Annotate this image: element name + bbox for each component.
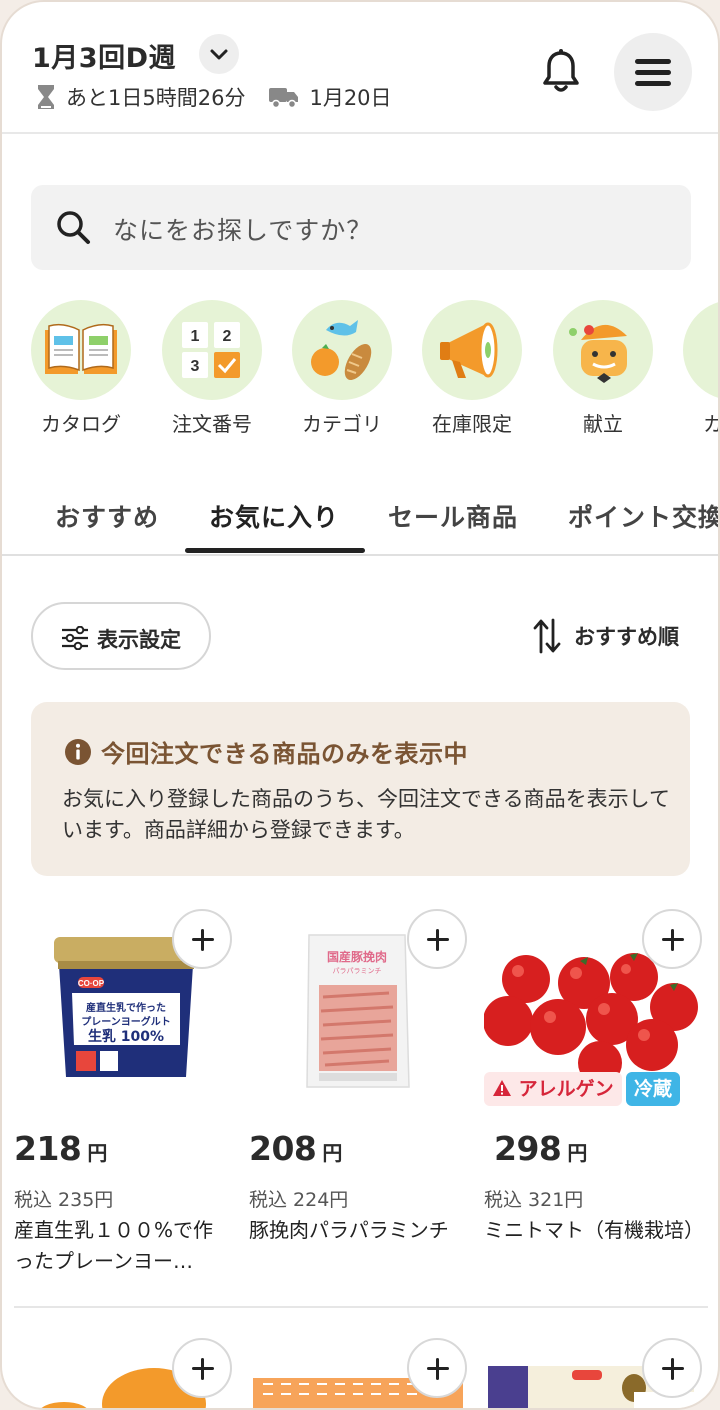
svg-text:生乳 100%: 生乳 100% — [88, 1028, 164, 1045]
week-title[interactable]: 1月3回D週 — [32, 36, 176, 75]
tab-favorites[interactable]: お気に入り — [209, 498, 339, 534]
app-frame: 1月3回D週 あと1日5時間26分 1月20日 なにをお探しですか？ カタログ … — [0, 0, 720, 1410]
row-divider — [14, 1306, 708, 1308]
price: 208 — [249, 1129, 317, 1168]
deadline-text: あと1日5時間26分 — [66, 86, 246, 110]
order-status-row: あと1日5時間26分 1月20日 — [36, 84, 392, 110]
category-label: 献立 — [583, 412, 623, 436]
tab-bar: おすすめ お気に入り セール商品 ポイント交換 — [2, 480, 718, 556]
order-number-icon: 1 2 3 — [182, 322, 240, 378]
allergen-badge[interactable]: アレルゲン — [484, 1072, 622, 1106]
category-menu[interactable]: 献立 — [553, 300, 653, 440]
category-categories[interactable]: カテゴリ — [292, 300, 392, 440]
svg-text:国産豚挽肉: 国産豚挽肉 — [327, 949, 387, 964]
category-catalog[interactable]: カタログ — [31, 300, 131, 440]
svg-text:2: 2 — [223, 328, 232, 345]
category-order-number[interactable]: 1 2 3 注文番号 — [162, 300, 262, 440]
sort-button[interactable]: おすすめ順 — [532, 616, 679, 656]
brand-logo: CO·OP — [78, 979, 105, 988]
search-icon — [57, 211, 90, 244]
add-to-cart-button[interactable] — [407, 909, 467, 969]
info-notice: 今回注文できる商品のみを表示中 お気に入り登録した商品のうち、今回注文できる商品… — [31, 702, 690, 876]
chevron-down-icon — [210, 49, 228, 60]
display-settings-label: 表示設定 — [97, 628, 181, 652]
info-title: 今回注文できる商品のみを表示中 — [101, 740, 469, 768]
product-card[interactable]: 国産豚挽肉 パラパラミンチ 208 円 税込 224円 豚挽肉パラパラミンチ — [249, 907, 474, 1287]
partial-icon — [683, 300, 718, 400]
search-placeholder: なにをお探しですか？ — [113, 216, 373, 245]
search-bar[interactable]: なにをお探しですか？ — [31, 185, 691, 270]
add-to-cart-button[interactable] — [642, 1338, 702, 1398]
bell-icon[interactable] — [540, 48, 582, 96]
hourglass-icon — [38, 85, 54, 109]
category-label: 在庫限定 — [432, 412, 512, 436]
display-settings-button[interactable]: 表示設定 — [31, 602, 211, 670]
svg-text:パラパラミンチ: パラパラミンチ — [333, 967, 382, 975]
category-label: 注文番号 — [172, 412, 252, 436]
menu-pot-icon — [569, 324, 627, 383]
product-card[interactable] — [14, 1322, 239, 1408]
add-to-cart-button[interactable] — [172, 1338, 232, 1398]
svg-text:3: 3 — [191, 358, 200, 375]
header: 1月3回D週 あと1日5時間26分 1月20日 — [2, 2, 718, 134]
chilled-badge: 冷蔵 — [626, 1072, 681, 1106]
category-shortcuts: カタログ 1 2 3 注文番号 カテゴリ 在庫限定 献立 — [2, 300, 718, 440]
truck-icon — [269, 88, 299, 108]
category-partial[interactable]: カ — [683, 300, 718, 440]
svg-text:1: 1 — [191, 328, 200, 345]
category-limited-stock[interactable]: 在庫限定 — [422, 300, 522, 440]
add-to-cart-button[interactable] — [172, 909, 232, 969]
menu-button[interactable] — [614, 33, 692, 111]
price: 298 — [494, 1129, 562, 1168]
product-card[interactable]: CO·OP 産直生乳で作った プレーンヨーグルト 生乳 100% 218 円 税込… — [14, 907, 239, 1287]
product-card[interactable] — [249, 1322, 474, 1408]
add-to-cart-button[interactable] — [407, 1338, 467, 1398]
sort-arrows-icon — [533, 618, 561, 654]
info-icon — [65, 738, 91, 765]
megaphone-icon — [440, 322, 498, 378]
tax-included-price: 税込 224円 — [249, 1189, 349, 1211]
product-card[interactable] — [484, 1322, 709, 1408]
product-name[interactable]: ミニトマト（有機栽培） — [484, 1215, 704, 1246]
category-label: カテゴリ — [302, 412, 382, 436]
hamburger-icon — [635, 59, 671, 64]
tax-included-price: 税込 321円 — [484, 1189, 584, 1211]
info-body: お気に入り登録した商品のうち、今回注文できる商品を表示しています。商品詳細から登… — [62, 787, 670, 842]
svg-text:プレーンヨーグルト: プレーンヨーグルト — [81, 1015, 171, 1028]
tab-recommended[interactable]: おすすめ — [55, 498, 159, 534]
sort-label: おすすめ順 — [574, 625, 679, 649]
tab-sale[interactable]: セール商品 — [388, 498, 518, 534]
active-tab-indicator — [185, 548, 365, 553]
tax-included-price: 税込 235円 — [14, 1189, 114, 1211]
add-to-cart-button[interactable] — [642, 909, 702, 969]
product-name[interactable]: 産直生乳１００%で作ったプレーンヨー… — [14, 1215, 226, 1277]
product-name[interactable]: 豚挽肉パラパラミンチ — [249, 1215, 461, 1246]
tab-point-exchange[interactable]: ポイント交換 — [568, 498, 718, 534]
price: 218 — [14, 1129, 82, 1168]
category-label: カ — [663, 408, 718, 437]
food-category-icon — [311, 320, 372, 381]
category-label: カタログ — [41, 412, 121, 436]
svg-text:産直生乳で作った: 産直生乳で作った — [86, 1001, 166, 1014]
open-book-icon — [45, 323, 117, 374]
sliders-icon — [62, 626, 88, 650]
delivery-date-text: 1月20日 — [309, 86, 392, 110]
week-dropdown-button[interactable] — [199, 34, 239, 74]
warning-icon — [493, 1080, 511, 1096]
